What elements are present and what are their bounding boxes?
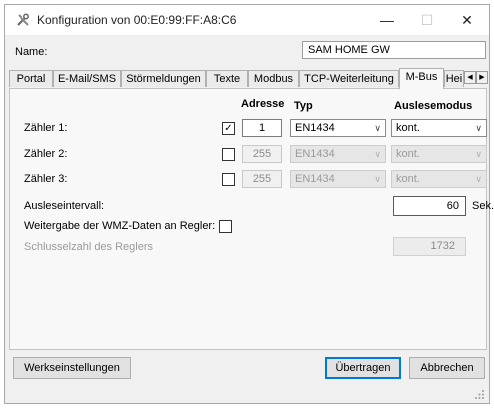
meter-3-address-input[interactable]: 255 bbox=[242, 170, 282, 188]
status-bar bbox=[5, 385, 489, 403]
meter-1-type-value: EN1434 bbox=[295, 122, 335, 134]
meter-3-label: Zähler 3: bbox=[24, 173, 68, 185]
name-input[interactable]: SAM HOME GW bbox=[302, 41, 486, 59]
meter-2-address-input[interactable]: 255 bbox=[242, 145, 282, 163]
mbus-panel: Adresse Typ Auslesemodus Zähler 1: ✓ 1 E… bbox=[9, 88, 494, 350]
meter-2-mode-select[interactable]: kont. ∨ bbox=[391, 145, 487, 163]
chevron-down-icon: ∨ bbox=[475, 149, 482, 159]
tab-stoermeldungen[interactable]: Störmeldungen bbox=[121, 70, 206, 87]
mode-header: Auslesemodus bbox=[394, 100, 473, 112]
meter-1-mode-select[interactable]: kont. ∨ bbox=[391, 119, 487, 137]
tab-heizung[interactable]: Hei bbox=[444, 70, 464, 87]
factory-defaults-button[interactable]: Werkseinstellungen bbox=[13, 357, 131, 379]
close-button[interactable]: ✕ bbox=[447, 9, 487, 31]
meter-2-checkbox[interactable] bbox=[222, 148, 235, 161]
meter-1-mode-value: kont. bbox=[396, 122, 420, 134]
key-input[interactable]: 1732 bbox=[393, 237, 466, 256]
chevron-down-icon: ∨ bbox=[475, 174, 482, 184]
transfer-button[interactable]: Übertragen bbox=[325, 357, 401, 379]
chevron-down-icon: ∨ bbox=[374, 123, 381, 133]
window-title: Konfiguration von 00:E0:99:FF:A8:C6 bbox=[37, 13, 237, 27]
tab-scroll-right-button[interactable]: ▶ bbox=[476, 71, 488, 84]
meter-1-checkbox[interactable]: ✓ bbox=[222, 122, 235, 135]
forward-label: Weitergabe der WMZ-Daten an Regler: bbox=[24, 220, 216, 232]
address-header: Adresse bbox=[241, 98, 285, 110]
tab-modbus[interactable]: Modbus bbox=[248, 70, 299, 87]
meter-3-mode-value: kont. bbox=[396, 173, 420, 185]
meter-2-mode-value: kont. bbox=[396, 148, 420, 160]
meter-2-type-value: EN1434 bbox=[295, 148, 335, 160]
interval-input[interactable]: 60 bbox=[393, 196, 466, 216]
meter-3-type-select[interactable]: EN1434 ∨ bbox=[290, 170, 386, 188]
config-dialog: Konfiguration von 00:E0:99:FF:A8:C6 — ☐ … bbox=[4, 4, 494, 404]
meter-1-type-select[interactable]: EN1434 ∨ bbox=[290, 119, 386, 137]
meter-3-mode-select[interactable]: kont. ∨ bbox=[391, 170, 487, 188]
forward-checkbox[interactable] bbox=[219, 220, 232, 233]
tab-email-sms[interactable]: E-Mail/SMS bbox=[53, 70, 121, 87]
chevron-down-icon: ∨ bbox=[374, 149, 381, 159]
cancel-button[interactable]: Abbrechen bbox=[409, 357, 485, 379]
meter-3-checkbox[interactable] bbox=[222, 173, 235, 186]
type-header: Typ bbox=[294, 100, 313, 112]
name-label: Name: bbox=[15, 46, 48, 58]
interval-label: Ausleseintervall: bbox=[24, 200, 105, 212]
tab-texte[interactable]: Texte bbox=[206, 70, 248, 87]
maximize-button[interactable]: ☐ bbox=[407, 9, 447, 31]
meter-2-label: Zähler 2: bbox=[24, 148, 68, 160]
name-row: Name: SAM HOME GW bbox=[5, 36, 489, 66]
minimize-button[interactable]: — bbox=[367, 9, 407, 31]
tab-strip: Portal E-Mail/SMS Störmeldungen Texte Mo… bbox=[9, 68, 488, 89]
meter-1-address-input[interactable]: 1 bbox=[242, 119, 282, 137]
tab-portal[interactable]: Portal bbox=[9, 70, 53, 87]
tab-tcp-weiterleitung[interactable]: TCP-Weiterleitung bbox=[299, 70, 399, 87]
chevron-down-icon: ∨ bbox=[475, 123, 482, 133]
interval-unit: Sek. bbox=[472, 200, 494, 212]
tools-icon bbox=[17, 13, 29, 26]
meter-2-type-select[interactable]: EN1434 ∨ bbox=[290, 145, 386, 163]
tab-scroll-left-button[interactable]: ◀ bbox=[464, 71, 476, 84]
tab-mbus[interactable]: M-Bus bbox=[399, 68, 444, 89]
meter-1-label: Zähler 1: bbox=[24, 122, 68, 134]
key-label: Schlusselzahl des Reglers bbox=[24, 241, 154, 253]
meter-3-type-value: EN1434 bbox=[295, 173, 335, 185]
resize-grip-icon[interactable] bbox=[475, 390, 485, 400]
title-bar: Konfiguration von 00:E0:99:FF:A8:C6 — ☐ … bbox=[5, 5, 489, 36]
chevron-down-icon: ∨ bbox=[374, 174, 381, 184]
